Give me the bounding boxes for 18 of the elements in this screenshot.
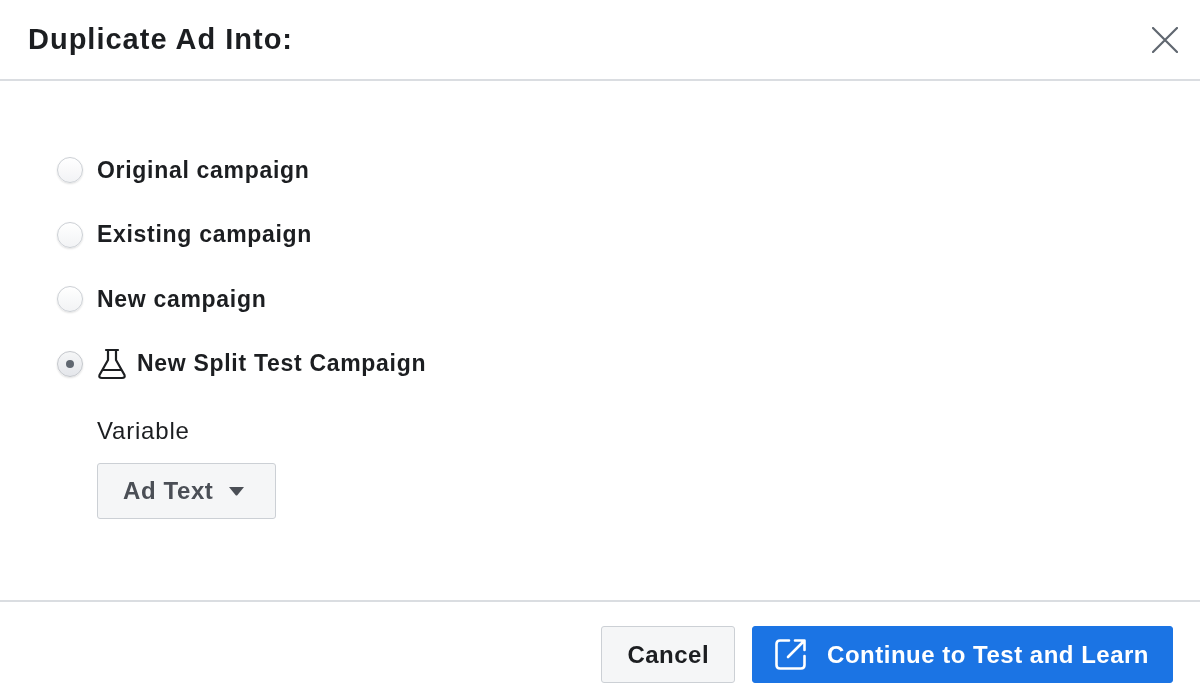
cancel-button[interactable]: Cancel <box>601 626 736 683</box>
close-button[interactable] <box>1150 24 1180 55</box>
option-label: Existing campaign <box>97 221 313 249</box>
radio-button[interactable] <box>57 157 83 184</box>
option-label: New Split Test Campaign <box>137 350 427 378</box>
radio-button[interactable] <box>57 221 83 248</box>
continue-button[interactable]: Continue to Test and Learn <box>752 626 1173 683</box>
radio-button[interactable] <box>57 350 83 377</box>
flask-icon <box>97 347 127 380</box>
external-link-icon <box>774 638 808 671</box>
option-label: Original campaign <box>97 156 310 184</box>
variable-label: Variable <box>97 416 190 446</box>
variable-dropdown[interactable]: Ad Text <box>97 463 276 519</box>
caret-icon <box>228 486 246 496</box>
radio-button[interactable] <box>57 286 83 313</box>
dialog-title: Duplicate Ad Into: <box>28 23 294 56</box>
option-label: New campaign <box>97 285 267 313</box>
close-icon <box>1152 26 1178 53</box>
